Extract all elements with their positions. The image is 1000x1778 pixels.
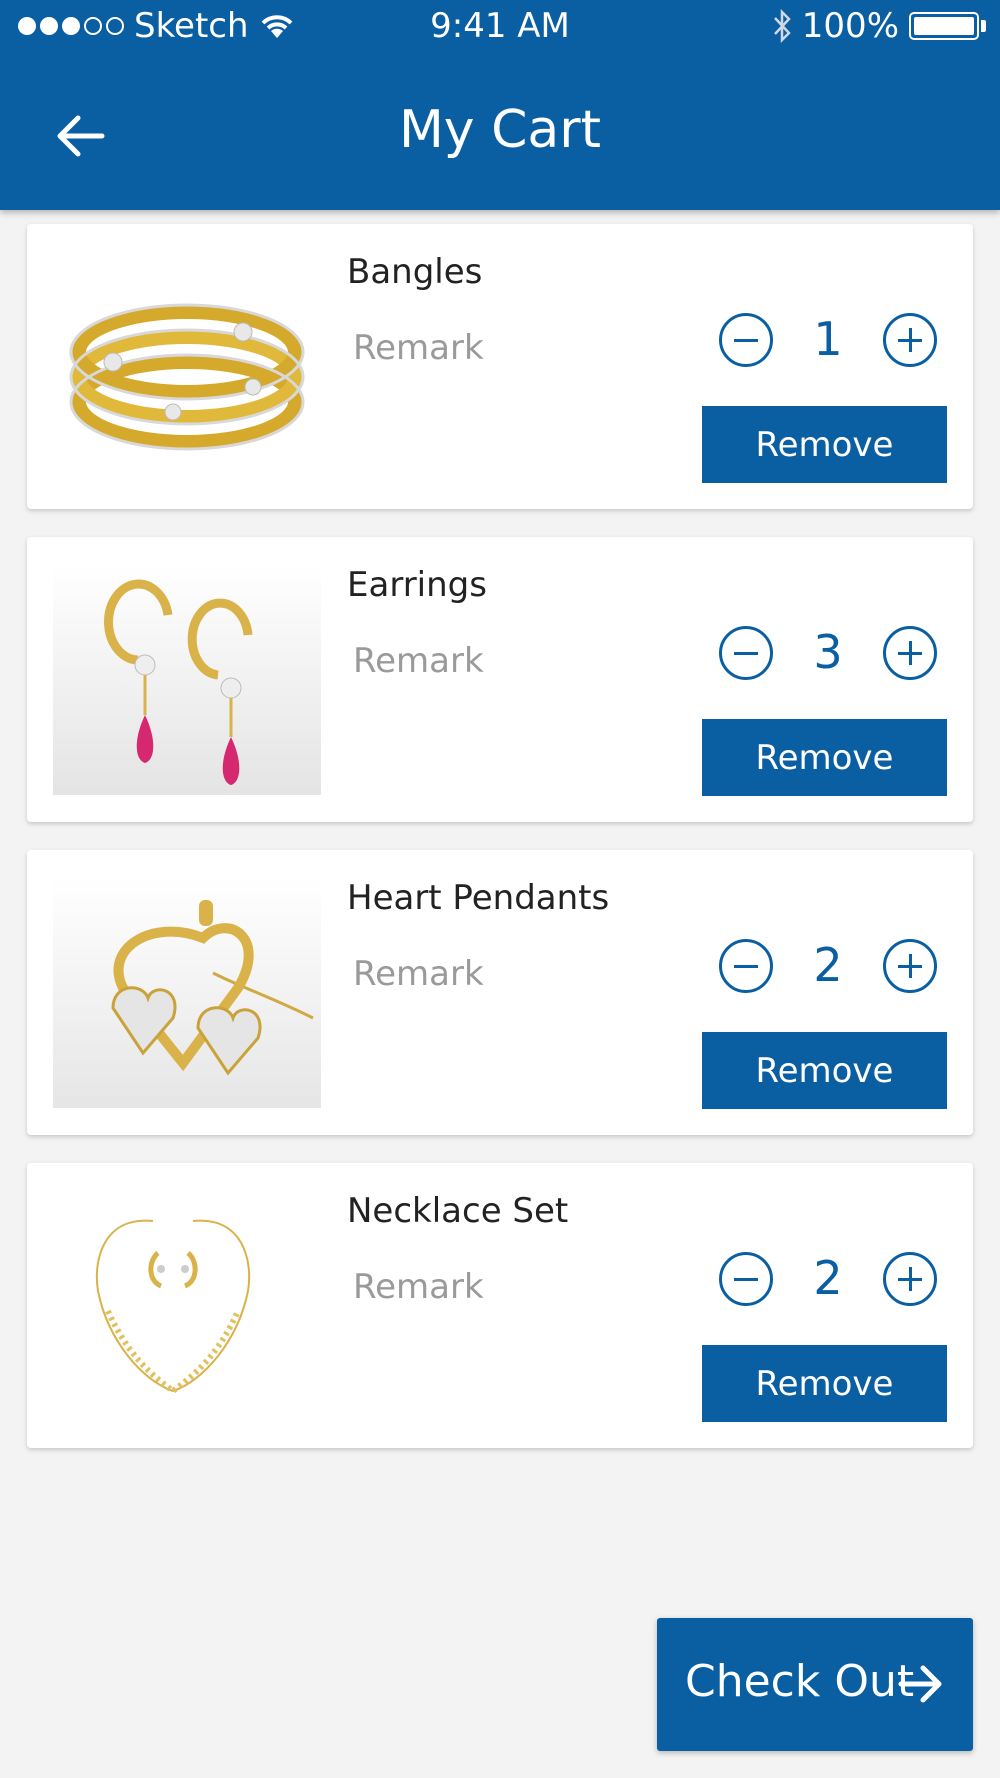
item-name: Earrings <box>347 565 487 605</box>
quantity-stepper: 2 <box>719 936 937 996</box>
increase-quantity-button[interactable] <box>883 626 937 680</box>
cart-item-bangles: Bangles Remark 1 Remove <box>27 224 973 509</box>
checkout-button[interactable]: Check Out <box>657 1618 973 1751</box>
page-title: My Cart <box>398 100 602 160</box>
earrings-image <box>53 565 321 795</box>
increase-quantity-button[interactable] <box>883 939 937 993</box>
quantity-value: 2 <box>813 938 843 992</box>
cart-item-heart-pendants: Heart Pendants Remark 2 Remove <box>27 850 973 1135</box>
necklace-image <box>53 1191 321 1421</box>
remove-button[interactable]: Remove <box>702 719 947 796</box>
quantity-stepper: 3 <box>719 623 937 683</box>
status-right: 100% <box>772 6 986 46</box>
bangles-image <box>53 252 321 482</box>
bluetooth-icon <box>773 9 791 43</box>
decrease-quantity-button[interactable] <box>719 313 773 367</box>
arrow-right-icon <box>898 1665 942 1703</box>
remark-input[interactable]: Remark <box>353 1267 484 1307</box>
cart-item-necklace-set: Necklace Set Remark 2 Remove <box>27 1163 973 1448</box>
battery-percent: 100% <box>801 6 899 46</box>
remark-input[interactable]: Remark <box>353 328 484 368</box>
app-header: Sketch 9:41 AM 100% My Cart <box>0 0 1000 210</box>
checkout-label: Check Out <box>685 1656 915 1707</box>
remove-button[interactable]: Remove <box>702 406 947 483</box>
remark-input[interactable]: Remark <box>353 954 484 994</box>
cart-item-earrings: Earrings Remark 3 Remove <box>27 537 973 822</box>
status-bar: Sketch 9:41 AM 100% <box>0 0 1000 55</box>
item-name: Heart Pendants <box>347 878 610 918</box>
decrease-quantity-button[interactable] <box>719 1252 773 1306</box>
battery-icon <box>909 12 979 40</box>
nav-bar: My Cart <box>0 90 1000 180</box>
increase-quantity-button[interactable] <box>883 1252 937 1306</box>
item-name: Bangles <box>347 252 483 292</box>
remove-button[interactable]: Remove <box>702 1032 947 1109</box>
decrease-quantity-button[interactable] <box>719 939 773 993</box>
increase-quantity-button[interactable] <box>883 313 937 367</box>
quantity-value: 2 <box>813 1251 843 1305</box>
decrease-quantity-button[interactable] <box>719 626 773 680</box>
heart-pendant-image <box>53 878 321 1108</box>
remark-input[interactable]: Remark <box>353 641 484 681</box>
quantity-stepper: 2 <box>719 1249 937 1309</box>
battery-tip <box>981 20 986 32</box>
quantity-value: 1 <box>813 312 843 366</box>
quantity-stepper: 1 <box>719 310 937 370</box>
quantity-value: 3 <box>813 625 843 679</box>
item-name: Necklace Set <box>347 1191 569 1231</box>
remove-button[interactable]: Remove <box>702 1345 947 1422</box>
